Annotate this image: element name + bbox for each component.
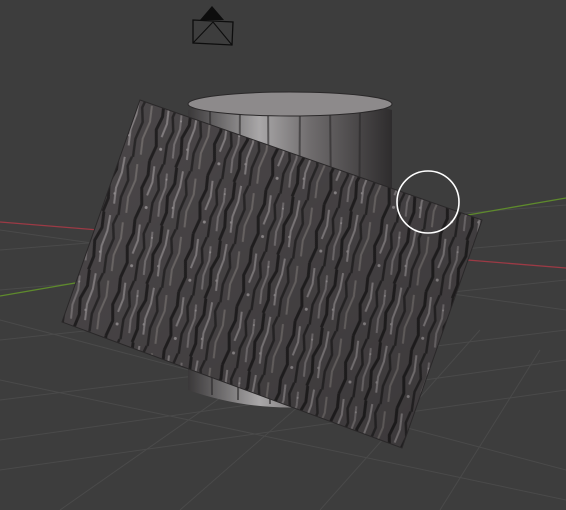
viewport-canvas[interactable] xyxy=(0,0,566,510)
3d-viewport[interactable] xyxy=(0,0,566,510)
bark-plane-object[interactable] xyxy=(61,99,483,449)
camera-icon[interactable] xyxy=(192,6,234,46)
